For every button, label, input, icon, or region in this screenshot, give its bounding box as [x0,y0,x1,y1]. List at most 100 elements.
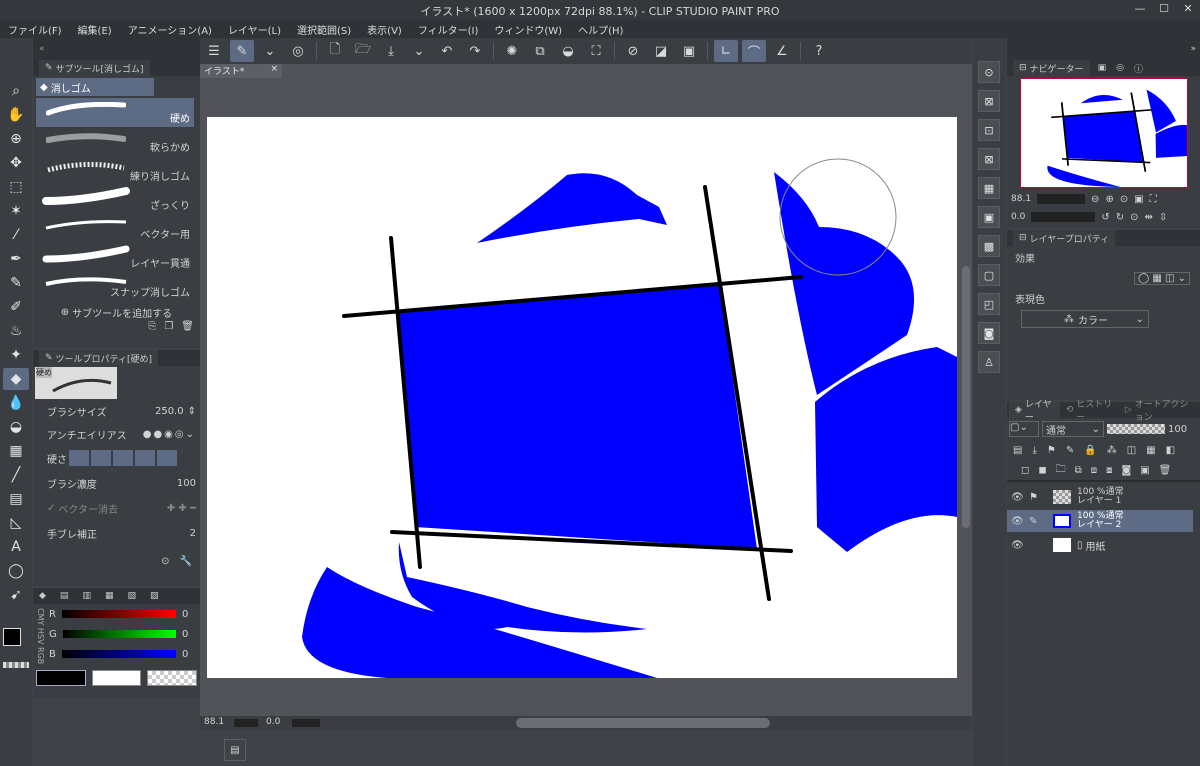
pen-tool-icon[interactable]: ✒ [3,248,29,270]
menu-view[interactable]: 表示(V) [359,22,410,37]
expression-color-select[interactable]: ⁂ カラー ⌄ [1021,310,1149,328]
collapse-icon[interactable]: « [39,44,45,54]
selection-tool-icon[interactable]: ⬚ [3,176,29,198]
zoom-slider[interactable] [234,719,258,727]
layer-color-select[interactable]: ▢⌄ [1009,421,1039,437]
ruler-tool-icon[interactable]: ◺ [3,512,29,534]
menu-selection[interactable]: 選択範囲(S) [289,22,359,37]
close-tab-icon[interactable]: × [270,64,278,74]
opacity-value[interactable]: 100 [1168,424,1187,435]
gradient-tool-icon[interactable]: ▦ [3,440,29,462]
save-icon[interactable]: ⤓ [379,40,403,62]
pencil-tool-icon[interactable]: ✎ [3,272,29,294]
lock-alpha-icon[interactable]: ⁂ [1107,445,1117,456]
eye-icon[interactable]: 👁 [1011,516,1025,527]
navigator-tab-label[interactable]: ナビゲーター [1030,62,1084,75]
new-folder-icon[interactable]: 🗀 [1056,462,1066,479]
flip-horizontal-icon[interactable]: ⇹ [1145,212,1153,223]
folder-material-icon[interactable]: ⊡ [978,119,1000,141]
navigator-angle-slider[interactable] [1031,212,1096,222]
eye-icon[interactable]: 👁 [1011,492,1025,503]
blend-mode-select[interactable]: 通常 ⌄ [1042,421,1104,437]
image-material-icon[interactable]: ▣ [978,206,1000,228]
hardness-slider[interactable] [69,450,177,466]
blue-slider[interactable] [61,650,176,658]
tool-property-tab-label[interactable]: ツールプロパティ[硬め] [56,352,152,365]
eyedropper-icon[interactable]: ⁄ [3,224,29,246]
navigator-zoom-value[interactable]: 88.1 [1011,194,1031,204]
maximize-button[interactable]: ☐ [1156,2,1172,16]
green-slider[interactable] [62,630,176,638]
camera-icon[interactable]: ◙ [978,322,1000,344]
zoom-out-icon[interactable]: ⊖ [1091,194,1099,205]
navigator-preview[interactable] [1019,78,1188,188]
minimize-button[interactable]: — [1132,2,1148,16]
fill-tool-icon[interactable]: ◒ [3,416,29,438]
reference-icon[interactable]: ⚑ [1047,445,1056,456]
pattern-icon[interactable]: ▦ [978,177,1000,199]
copy-subtool-icon[interactable]: ⎘ [148,321,156,332]
tone-icon[interactable]: ▩ [978,235,1000,257]
fit-window-icon[interactable]: ⛶ [1150,194,1157,205]
text-tool-icon[interactable]: A [3,536,29,558]
document-tab[interactable]: イラスト* × [200,64,282,78]
transform-icon[interactable]: ⧉ [528,40,552,62]
rotate-left-icon[interactable]: ↺ [1101,212,1109,223]
checkbox-icon[interactable]: ✓ [47,503,55,514]
material-icon[interactable]: ⊠ [978,90,1000,112]
red-value[interactable]: 0 [182,609,200,620]
new-raster-layer-icon[interactable]: ◻ [1021,465,1029,476]
vertical-scrollbar[interactable] [962,266,970,528]
layer-property-tab-label[interactable]: レイヤープロパティ [1030,232,1110,245]
zoom-in-icon[interactable]: ⊕ [1105,194,1113,205]
transfer-icon[interactable]: ⧉ [1075,465,1082,476]
new-vector-layer-icon[interactable]: ◼ [1038,465,1046,476]
menu-file[interactable]: ファイル(F) [0,22,70,37]
menu-filter[interactable]: フィルター(I) [410,22,487,37]
subtool-item[interactable]: スナップ消しゴム [36,272,194,301]
selection-border-icon[interactable]: ▣ [677,40,701,62]
blend-tool-icon[interactable]: 💧 [3,392,29,414]
eraser-tool-icon[interactable]: ◆ [3,368,29,390]
mask-add-icon[interactable]: ◙ [1122,465,1132,476]
sub-color-chip[interactable] [91,670,142,686]
trash-icon[interactable]: 🗑 [181,321,194,332]
snap-ruler-icon[interactable]: ∟ [714,40,738,62]
brush-tool-icon[interactable]: ✐ [3,296,29,318]
eye-icon[interactable]: 👁 [1011,540,1025,551]
snap-grid-icon[interactable]: ∠ [770,40,794,62]
color-mode-tabs[interactable]: CMY HSV RGB [35,608,45,664]
redo-icon[interactable]: ↷ [463,40,487,62]
menu-edit[interactable]: 編集(E) [70,22,120,37]
layer-row[interactable]: 👁 ▯ 用紙 [1007,534,1200,556]
reset-icon[interactable]: ⊙ [161,556,169,567]
auto-select-icon[interactable]: ✶ [3,200,29,222]
decoration-tool-icon[interactable]: ✦ [3,344,29,366]
loading-icon[interactable]: ✺ [500,40,524,62]
help-icon[interactable]: ? [807,40,831,62]
opacity-slider[interactable] [1107,424,1165,434]
mask-icon[interactable]: ◫ [1127,445,1136,456]
undo-icon[interactable]: ↶ [435,40,459,62]
info-icon[interactable]: ⓘ [1134,62,1143,75]
sub-view-icon[interactable]: ▣ [1098,63,1107,73]
drawing-canvas[interactable] [207,117,957,678]
clip-icon[interactable]: ⤓ [1032,445,1036,456]
transparent-color-swatch[interactable] [3,662,29,668]
mask-icon[interactable]: ◪ [649,40,673,62]
rotate-right-icon[interactable]: ↻ [1116,212,1124,223]
menu-animation[interactable]: アニメーション(A) [120,22,220,37]
subtool-item[interactable]: ざっくり [36,185,194,214]
figure-icon[interactable]: ♙ [978,351,1000,373]
fit-icon[interactable]: ⊙ [1120,194,1128,205]
subtool-tab-label[interactable]: サブツール[消しゴム] [56,62,144,75]
subtool-item[interactable]: ベクター用 [36,214,194,243]
close-material-icon[interactable]: ⊠ [978,148,1000,170]
angle-slider[interactable] [292,719,320,727]
layer-row[interactable]: 👁 ⚑ 100 %通常 レイヤー 1 [1007,486,1200,508]
delete-layer-icon[interactable]: 🗑 [1159,465,1172,476]
hand-tool-icon[interactable]: ✋ [3,104,29,126]
operation-tool-icon[interactable]: ⊕ [3,128,29,150]
horizontal-scrollbar[interactable] [516,718,770,728]
clip-studio-icon[interactable]: ◎ [286,40,310,62]
